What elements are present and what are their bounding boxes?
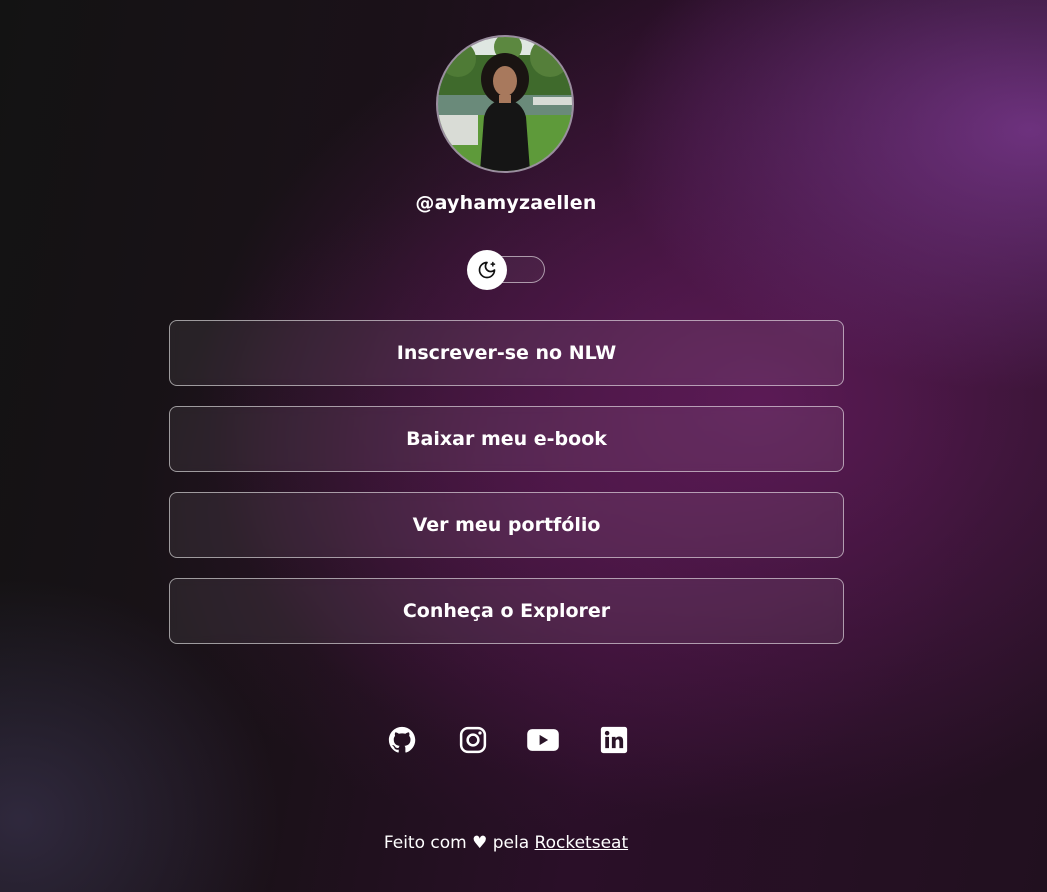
- link-button-nlw[interactable]: Inscrever-se no NLW: [169, 320, 844, 386]
- linkedin-link[interactable]: [597, 723, 631, 757]
- link-button-portfolio[interactable]: Ver meu portfólio: [169, 492, 844, 558]
- github-icon: [388, 726, 416, 753]
- footer: Feito com ♥ pela Rocketseat: [0, 833, 1012, 853]
- moon-stars-icon: [478, 261, 496, 279]
- youtube-icon: [527, 729, 560, 751]
- link-button-explorer[interactable]: Conheça o Explorer: [169, 578, 844, 644]
- links-list: Inscrever-se no NLW Baixar meu e-book Ve…: [169, 320, 844, 664]
- github-link[interactable]: [385, 723, 419, 757]
- username: @ayhamyzaellen: [415, 192, 597, 214]
- link-button-ebook[interactable]: Baixar meu e-book: [169, 406, 844, 472]
- page: @ayhamyzaellen Inscrever-se no NLW Baixa…: [0, 0, 1047, 892]
- instagram-link[interactable]: [456, 723, 490, 757]
- theme-toggle-switch[interactable]: [467, 250, 547, 290]
- switch-knob[interactable]: [467, 250, 507, 290]
- profile-photo: [438, 37, 572, 171]
- youtube-link[interactable]: [526, 723, 560, 757]
- linkedin-icon: [600, 726, 628, 754]
- footer-text: Feito com ♥ pela: [383, 833, 535, 853]
- instagram-icon: [459, 726, 486, 754]
- rocketseat-link[interactable]: Rocketseat: [535, 833, 629, 853]
- social-links: [385, 722, 631, 758]
- profile-avatar: [436, 35, 574, 173]
